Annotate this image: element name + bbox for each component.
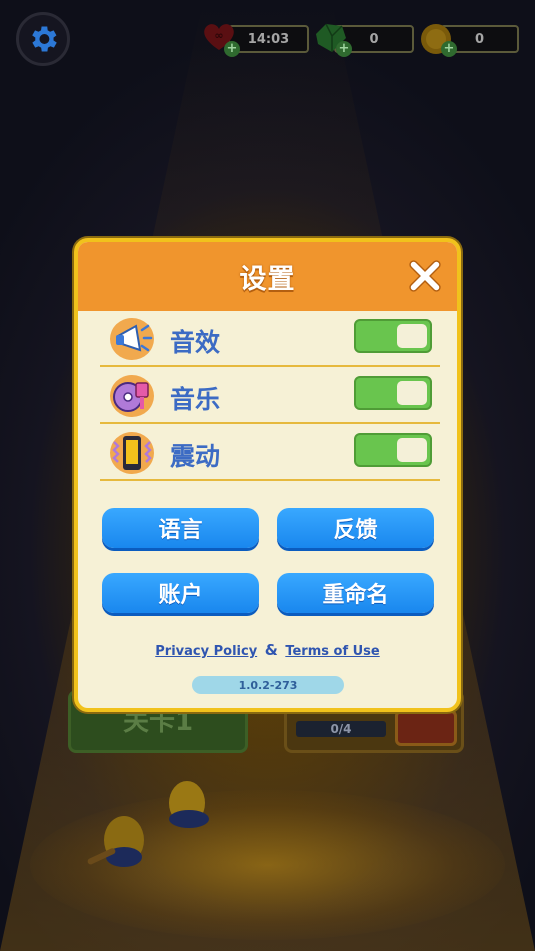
version-label: 1.0.2-273	[238, 678, 298, 692]
lives-value: 14:03	[247, 31, 290, 47]
svg-text:∞: ∞	[214, 29, 223, 42]
toggle-knob	[397, 381, 427, 405]
language-button[interactable]: 语言	[102, 508, 259, 548]
settings-button[interactable]	[16, 12, 70, 66]
music-disc-icon	[108, 373, 156, 419]
links-separator: &	[264, 641, 278, 659]
add-lives-icon[interactable]: +	[224, 41, 240, 57]
setting-label-sound: 音效	[170, 328, 221, 357]
setting-label-music: 音乐	[170, 385, 221, 414]
rename-button[interactable]: 重命名	[277, 573, 434, 613]
add-coins-icon[interactable]: +	[441, 41, 457, 57]
account-button-label: 账户	[158, 583, 203, 608]
vibration-toggle[interactable]	[354, 433, 432, 467]
treasure-chest-icon	[395, 710, 457, 746]
character-right-icon	[155, 775, 225, 840]
coins-value: 0	[474, 31, 485, 47]
account-button[interactable]: 账户	[102, 573, 259, 613]
gear-icon	[32, 26, 57, 52]
feedback-button[interactable]: 反馈	[277, 508, 434, 548]
setting-row-sound: 音效	[100, 311, 440, 367]
legal-links: Privacy Policy & Terms of Use	[78, 641, 457, 659]
setting-label-vibration: 震动	[170, 442, 221, 471]
vibrate-phone-icon	[108, 430, 156, 476]
toggle-knob	[397, 324, 427, 348]
megaphone-icon	[108, 316, 156, 362]
version-badge: 1.0.2-273	[192, 676, 344, 694]
feedback-button-label: 反馈	[333, 518, 378, 543]
lives-counter[interactable]: 14:03	[228, 25, 309, 53]
settings-dialog: 设置 音效 音乐 震动 语言 反馈 账户 重命名 Privacy Policy …	[74, 238, 461, 712]
dialog-header: 设置	[78, 242, 457, 311]
dialog-title: 设置	[239, 264, 296, 295]
sound-toggle[interactable]	[354, 319, 432, 353]
setting-row-music: 音乐	[100, 368, 440, 424]
rename-button-label: 重命名	[322, 583, 389, 608]
close-icon	[409, 260, 441, 292]
close-button[interactable]	[405, 256, 445, 296]
chest-progress: 0/4	[296, 721, 386, 737]
setting-row-vibration: 震动	[100, 425, 440, 481]
toggle-knob	[397, 438, 427, 462]
add-gems-icon[interactable]: +	[336, 41, 352, 57]
music-toggle[interactable]	[354, 376, 432, 410]
language-button-label: 语言	[158, 518, 203, 543]
character-left-icon	[82, 805, 162, 880]
terms-of-use-link[interactable]: Terms of Use	[285, 644, 379, 659]
privacy-policy-link[interactable]: Privacy Policy	[155, 644, 257, 659]
gems-value: 0	[369, 31, 379, 47]
chest-progress-value: 0/4	[330, 722, 352, 736]
